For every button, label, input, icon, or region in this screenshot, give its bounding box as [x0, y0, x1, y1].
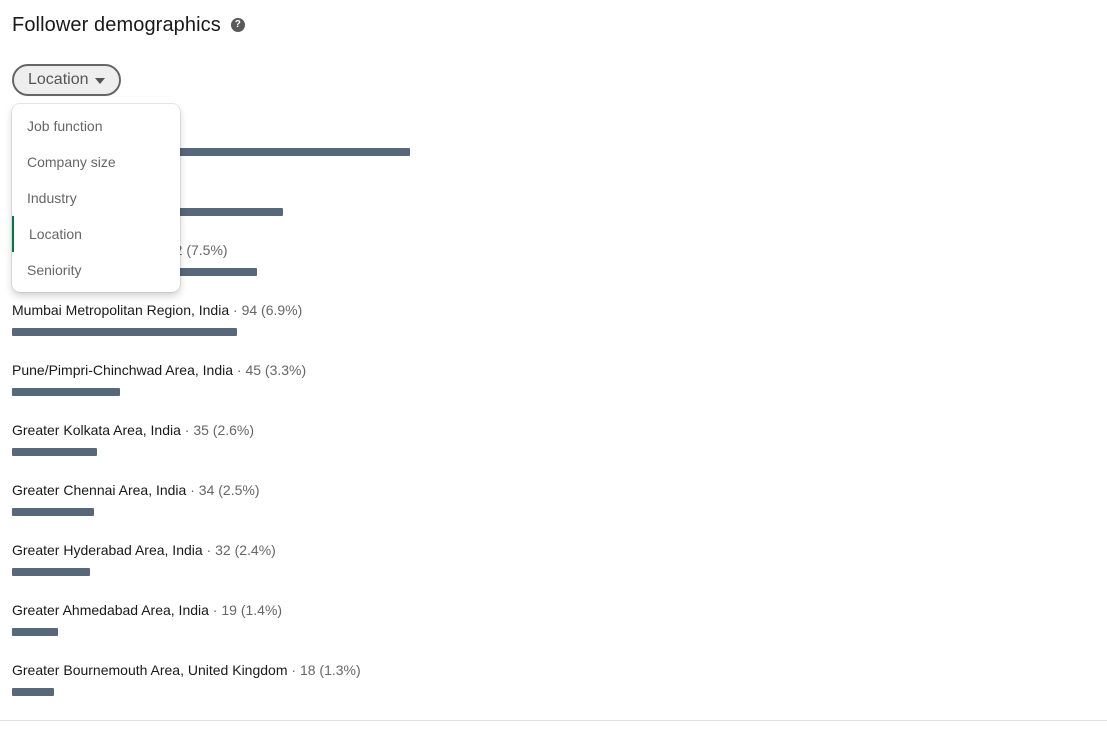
- dropdown-option-seniority[interactable]: Seniority: [12, 252, 180, 288]
- follower-count: · 35 (2.6%): [180, 422, 255, 438]
- percentage-bar: [12, 448, 97, 456]
- filter-button-label: Location: [28, 71, 89, 88]
- filter-dropdown-menu: Job function Company size Industry Location…: [12, 104, 180, 292]
- row-label: Greater Hyderabad Area, India · 32 (2.4%…: [12, 540, 361, 560]
- demographic-row: Greater Ahmedabad Area, India · 19 (1.4%…: [12, 600, 361, 660]
- percentage-bar: [12, 508, 94, 516]
- dropdown-option-job-function[interactable]: Job function: [12, 108, 180, 144]
- follower-count: · 45 (3.3%): [233, 362, 307, 378]
- row-label: Greater Ahmedabad Area, India · 19 (1.4%…: [12, 600, 361, 620]
- follower-count: · 18 (1.3%): [287, 662, 361, 678]
- help-icon[interactable]: ?: [230, 17, 245, 32]
- location-name: Greater Ahmedabad Area, India: [12, 602, 209, 618]
- percentage-bar: [12, 688, 54, 696]
- demographic-row: Greater Chennai Area, India · 34 (2.5%): [12, 480, 361, 540]
- location-name: Greater Chennai Area, India: [12, 482, 187, 498]
- dropdown-option-company-size[interactable]: Company size: [12, 144, 180, 180]
- follower-demographics-panel: Follower demographics ? Location 166 (12…: [0, 0, 1107, 740]
- follower-count: · 32 (2.4%): [202, 542, 276, 558]
- bar-track: [12, 688, 1012, 696]
- location-name: Pune/Pimpri-Chinchwad Area, India: [12, 362, 234, 378]
- panel-header: Follower demographics ?: [12, 14, 245, 37]
- follower-count: · 94 (6.9%): [229, 302, 303, 318]
- row-label: Greater Chennai Area, India · 34 (2.5%): [12, 480, 361, 500]
- location-name: Mumbai Metropolitan Region, India: [12, 302, 230, 318]
- follower-count: · 19 (1.4%): [208, 602, 283, 618]
- percentage-bar: [12, 388, 120, 396]
- demographic-filter-button[interactable]: Location: [12, 64, 121, 96]
- dropdown-option-industry[interactable]: Industry: [12, 180, 180, 216]
- location-name: Greater Hyderabad Area, India: [12, 542, 203, 558]
- page-title: Follower demographics: [12, 14, 221, 36]
- demographic-row: Greater Bournemouth Area, United Kingdom…: [12, 660, 361, 720]
- row-label: Greater Kolkata Area, India · 35 (2.6%): [12, 420, 361, 440]
- percentage-bar: [12, 628, 58, 636]
- demographic-row: Greater Hyderabad Area, India · 32 (2.4%…: [12, 540, 361, 600]
- demographic-row: Pune/Pimpri-Chinchwad Area, India · 45 (…: [12, 360, 361, 420]
- follower-count: · 34 (2.5%): [186, 482, 260, 498]
- dropdown-option-location[interactable]: Location: [12, 216, 180, 252]
- bar-track: [12, 328, 1012, 336]
- bar-track: [12, 568, 1012, 576]
- caret-down-icon: [94, 78, 105, 84]
- percentage-bar: [12, 328, 237, 336]
- row-label: Greater Bournemouth Area, United Kingdom…: [12, 660, 361, 680]
- location-name: Greater Bournemouth Area, United Kingdom: [12, 662, 288, 678]
- row-label: Pune/Pimpri-Chinchwad Area, India · 45 (…: [12, 360, 361, 380]
- bar-track: [12, 508, 1012, 516]
- percentage-bar: [12, 568, 90, 576]
- bar-track: [12, 448, 1012, 456]
- bar-track: [12, 628, 1012, 636]
- demographic-row: Mumbai Metropolitan Region, India · 94 (…: [12, 300, 361, 360]
- location-name: Greater Kolkata Area, India: [12, 422, 181, 438]
- row-label: Mumbai Metropolitan Region, India · 94 (…: [12, 300, 361, 320]
- divider: [0, 720, 1107, 721]
- demographic-row: Greater Kolkata Area, India · 35 (2.6%): [12, 420, 361, 480]
- bar-track: [12, 388, 1012, 396]
